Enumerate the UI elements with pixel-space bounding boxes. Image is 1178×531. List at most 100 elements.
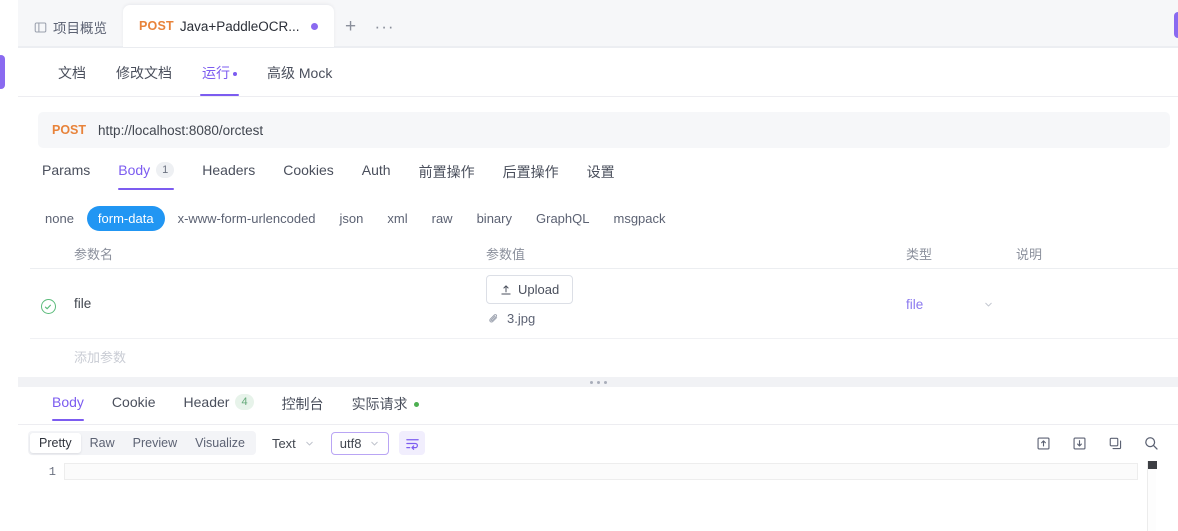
request-tab-label: Headers — [202, 162, 256, 178]
param-name-input[interactable]: file — [66, 296, 486, 311]
text-wrap-icon[interactable] — [399, 431, 426, 455]
scrollbar-thumb[interactable] — [1148, 461, 1157, 469]
form-data-table: 参数名 参数值 类型 说明 file Upload 3.jpg file 添加参… — [30, 238, 1178, 373]
request-tabs: Params Body 1 Headers Cookies Auth 前置操作 … — [38, 158, 1178, 194]
splitter-dot-icon — [589, 380, 593, 384]
request-tab-label: 设置 — [586, 164, 615, 180]
view-mode-preview[interactable]: Preview — [124, 433, 186, 453]
tab-method-badge: POST — [139, 19, 174, 33]
request-tab-label: 前置操作 — [418, 164, 475, 180]
splitter-dot-icon — [603, 380, 607, 384]
right-panel-handle[interactable] — [1174, 12, 1178, 38]
upload-button[interactable]: Upload — [486, 275, 574, 304]
request-tab-cookies[interactable]: Cookies — [269, 158, 348, 190]
param-value-cell: Upload 3.jpg — [486, 275, 906, 326]
charset-select[interactable]: utf8 — [330, 431, 390, 455]
splitter-dot-icon — [596, 380, 600, 384]
response-tab-console[interactable]: 控制台 — [268, 387, 338, 425]
attached-file[interactable]: 3.jpg — [486, 311, 535, 326]
format-select[interactable]: Text — [266, 433, 321, 454]
header-param-desc: 说明 — [1016, 246, 1043, 262]
response-tab-label: Header — [183, 394, 230, 410]
body-type-raw[interactable]: raw — [421, 206, 464, 231]
view-mode-raw[interactable]: Raw — [81, 433, 124, 453]
status-dot-icon — [413, 401, 419, 407]
line-number: 1 — [48, 465, 56, 479]
subnav-item-edit-doc[interactable]: 修改文档 — [102, 49, 186, 96]
request-tab-body[interactable]: Body 1 — [104, 158, 188, 190]
view-mode-group: Pretty Raw Preview Visualize — [28, 431, 256, 455]
body-type-x-www-form-urlencoded[interactable]: x-www-form-urlencoded — [167, 206, 327, 231]
response-tab-actual-request[interactable]: 实际请求 — [338, 387, 433, 425]
tab-project-overview[interactable]: 项目概览 — [18, 7, 123, 47]
response-tab-label: 实际请求 — [351, 396, 408, 412]
response-tabs: Body Cookie Header 4 控制台 实际请求 — [18, 387, 1178, 425]
body-type-selector: none form-data x-www-form-urlencoded jso… — [34, 203, 1178, 233]
vertical-scrollbar[interactable] — [1147, 461, 1157, 531]
response-tab-label: Cookie — [111, 394, 156, 410]
tab-label: Java+PaddleOCR... — [179, 18, 300, 34]
view-mode-visualize[interactable]: Visualize — [186, 433, 254, 453]
chevron-down-icon — [304, 438, 315, 449]
copy-icon[interactable] — [1102, 431, 1128, 455]
charset-select-value: utf8 — [339, 435, 362, 451]
response-editor[interactable]: 1 — [28, 461, 1164, 531]
response-tab-badge: 4 — [235, 394, 254, 410]
header-param-name: 参数名 — [74, 246, 114, 262]
request-tab-pre-operation[interactable]: 前置操作 — [405, 158, 489, 194]
new-tab-button[interactable]: + — [334, 7, 368, 47]
attached-file-name: 3.jpg — [507, 311, 536, 326]
subnav-item-advanced-mock[interactable]: 高级 Mock — [253, 49, 346, 96]
chevron-down-icon — [369, 438, 380, 449]
request-tab-post-operation[interactable]: 后置操作 — [489, 158, 573, 194]
save-icon[interactable] — [1066, 431, 1092, 455]
body-type-form-data[interactable]: form-data — [86, 205, 165, 231]
param-type-select[interactable]: file — [906, 297, 1016, 312]
view-mode-pretty[interactable]: Pretty — [30, 433, 81, 453]
response-tab-header[interactable]: Header 4 — [170, 387, 268, 421]
response-tab-body[interactable]: Body — [38, 387, 98, 421]
subnav-label: 运行 — [202, 64, 230, 81]
param-name-cell[interactable]: file — [66, 275, 486, 311]
request-tab-params[interactable]: Params — [38, 158, 104, 190]
request-tab-badge: 1 — [156, 162, 175, 178]
header-param-type: 类型 — [906, 246, 933, 262]
toolbar-actions — [1030, 431, 1164, 455]
subnav-item-run[interactable]: 运行 — [188, 49, 251, 96]
body-type-none[interactable]: none — [34, 206, 85, 231]
body-type-json[interactable]: json — [329, 206, 375, 231]
table-row: file Upload 3.jpg file — [30, 269, 1178, 339]
code-area[interactable] — [64, 461, 1164, 531]
http-method-label[interactable]: POST — [52, 123, 86, 137]
body-type-graphql[interactable]: GraphQL — [525, 206, 600, 231]
response-panel: Body Cookie Header 4 控制台 实际请求 Pretty Raw… — [18, 387, 1178, 531]
url-bar[interactable]: POST http://localhost:8080/orctest — [38, 112, 1170, 148]
line-number-gutter: 1 — [28, 461, 64, 531]
tab-request-java-paddleocr[interactable]: POST Java+PaddleOCR... — [123, 5, 334, 47]
export-icon[interactable] — [1030, 431, 1056, 455]
upload-button-label: Upload — [518, 282, 560, 297]
response-tab-cookie[interactable]: Cookie — [98, 387, 170, 421]
panel-splitter[interactable] — [18, 377, 1178, 387]
search-icon[interactable] — [1138, 431, 1164, 455]
left-collapse-handle[interactable] — [0, 55, 5, 89]
tab-more-button[interactable]: ··· — [368, 7, 402, 47]
body-type-xml[interactable]: xml — [376, 206, 418, 231]
checkmark-circle-icon[interactable] — [40, 299, 56, 314]
chevron-down-icon — [983, 299, 994, 310]
request-tab-auth[interactable]: Auth — [348, 158, 405, 190]
request-tab-label: Params — [42, 162, 91, 178]
param-desc-cell[interactable] — [1016, 275, 1178, 296]
body-type-binary[interactable]: binary — [466, 206, 523, 231]
request-tab-settings[interactable]: 设置 — [573, 158, 629, 194]
body-type-msgpack[interactable]: msgpack — [602, 206, 676, 231]
sub-navigation: 文档 修改文档 运行 高级 Mock — [18, 48, 1178, 97]
response-tab-label: Body — [52, 394, 84, 410]
param-type-cell[interactable]: file — [906, 275, 1016, 312]
request-tab-headers[interactable]: Headers — [188, 158, 269, 190]
format-select-value: Text — [271, 435, 296, 451]
url-input[interactable]: http://localhost:8080/orctest — [98, 123, 263, 138]
subnav-item-doc[interactable]: 文档 — [44, 49, 100, 96]
row-enable-cell[interactable] — [30, 275, 66, 314]
add-param-row[interactable]: 添加参数 — [30, 339, 1178, 373]
